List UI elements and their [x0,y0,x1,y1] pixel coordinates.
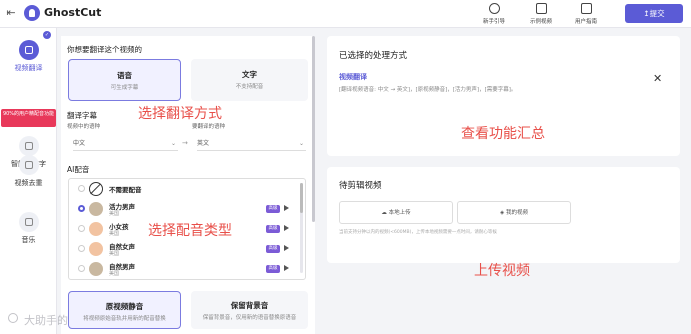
back-icon[interactable]: ⇤ [4,6,18,20]
radio-button[interactable] [78,185,85,192]
play-icon[interactable] [284,205,289,211]
annotation-pick-method: 选择翻译方式 [138,106,222,122]
sidebar: ✓ 视频翻译 90%的用户精配音功能 智能去文字 视频去重 音乐 [0,28,57,334]
monitor-icon [580,3,592,14]
ghostcut-logo-icon [24,5,40,21]
play-icon[interactable] [284,265,289,271]
option-voice-card[interactable]: 语音 可生成字幕 [68,59,181,101]
option-keep-bgm-card[interactable]: 保留背景音 保留背景音，仅用新的语音替换原语音 [191,291,308,329]
panel-scrollbar[interactable] [312,36,315,222]
target-language-label: 要翻译的语种 [192,124,226,130]
check-icon: ✓ [43,31,51,39]
premium-badge: 高级 [266,265,280,273]
arrow-right-icon: → [182,139,188,147]
target-language-select[interactable]: 英文 ⌄ [197,137,306,151]
nav-user-guide[interactable]: 用户指南 [568,3,604,25]
source-language-select[interactable]: 中文 ⌄ [73,137,178,151]
brand-name: GhostCut [44,6,102,19]
radio-button[interactable] [78,205,85,212]
my-videos-button[interactable]: ◈ 我的视频 [457,201,571,224]
chevron-down-icon: ⌄ [170,140,176,147]
option-text-card[interactable]: 文字 不支持配音 [191,59,308,101]
radio-button[interactable] [78,265,85,272]
sidebar-item-video-translate[interactable]: 视频翻译 [0,40,57,73]
music-icon [18,212,39,232]
no-entry-icon [89,182,103,196]
radio-button[interactable] [78,225,85,232]
premium-badge: 高级 [266,205,280,213]
upload-card: 待剪辑视频 ☁ 本地上传 ◈ 我的视频 当前支持分钟以内的视频(<600MB)，… [327,167,680,263]
selected-method-title: 已选择的处理方式 [339,51,408,61]
translate-section-title: 你想要翻译这个视频的 [67,45,142,54]
premium-badge: 高级 [266,245,280,253]
chosen-method-desc: [翻译视频语音: 中文 → 英文]，[原视频静音]，[活力男声]，[需要字幕]。 [339,87,517,93]
chosen-method-name: 视频翻译 [339,73,367,81]
watermark-icon [8,313,18,323]
list-item[interactable]: 自然男声 美国 高级 [69,259,294,279]
list-item[interactable]: 活力男声 美国 高级 [69,199,294,219]
avatar [89,262,103,276]
avatar [89,222,103,236]
voice-list-scrollbar[interactable] [300,183,303,273]
top-bar: ⇤ GhostCut 新手引导 示例视频 用户指南 ↥提交 [0,0,691,28]
option-mute-original-card[interactable]: 原视频静音 将视频原始音轨并用新的配音替换 [68,291,181,329]
list-item[interactable]: 不需要配音 [69,179,294,199]
submit-button[interactable]: ↥提交 [625,4,683,23]
local-upload-button[interactable]: ☁ 本地上传 [339,201,453,224]
sidebar-item-music[interactable]: 音乐 [0,212,57,245]
cloud-upload-icon: ☁ [381,210,389,216]
list-item[interactable]: 自然女声 美国 高级 [69,239,294,259]
erase-text-icon [18,136,39,156]
avatar [89,202,103,216]
play-video-icon [535,3,547,14]
annotation-upload: 上传视频 [474,263,530,279]
translate-icon [18,40,39,60]
help-icon [488,3,500,14]
dedupe-icon [18,155,39,175]
settings-panel: 你想要翻译这个视频的 语音 可生成字幕 文字 不支持配音 翻译字幕 视频中的语种… [61,36,315,334]
nav-guide[interactable]: 新手引导 [476,3,512,25]
chevron-down-icon: ⌄ [298,140,304,147]
annotation-summary: 查看功能汇总 [461,126,545,142]
avatar [89,242,103,256]
annotation-pick-voice: 选择配音类型 [148,223,232,239]
radio-button[interactable] [78,245,85,252]
premium-badge: 高级 [266,225,280,233]
ai-dub-section-title: AI配音 [67,165,90,174]
close-icon[interactable]: ✕ [653,72,662,85]
nav-sample-video[interactable]: 示例视频 [523,3,559,25]
watermark: 大助手的 [24,314,68,327]
upload-title: 待剪辑视频 [339,181,382,191]
source-language-label: 视频中的语种 [67,124,101,130]
subtitle-section-title: 翻译字幕 [67,111,97,120]
promo-badge: 90%的用户精配音功能 [1,109,56,127]
play-icon[interactable] [284,225,289,231]
play-icon[interactable] [284,245,289,251]
upload-note: 当前支持分钟以内的视频(<600MB)，上传本地视频需要一点时间，请耐心等候 [339,230,497,235]
sidebar-item-dedupe[interactable]: 视频去重 [0,155,57,188]
